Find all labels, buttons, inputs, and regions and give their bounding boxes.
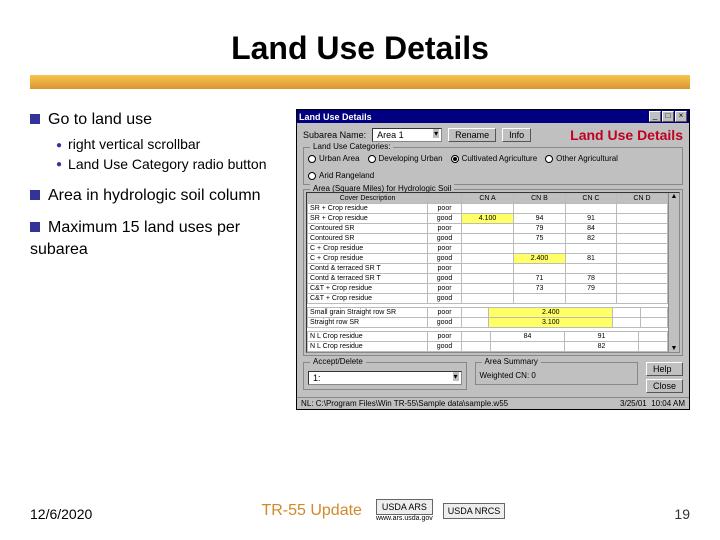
footer-mid: TR-55 Update [261, 502, 362, 520]
subarea-label: Subarea Name: [303, 130, 366, 140]
table-row: Straight row SRgood3.100 [308, 318, 668, 328]
rename-button[interactable]: Rename [448, 128, 496, 142]
table-row: Small grain Straight row SRpoor2.400 [308, 308, 668, 318]
table-row: C&T + Crop residuegood [308, 294, 668, 304]
title-underline [30, 75, 690, 89]
col-cond [428, 194, 462, 204]
logo-sub: www.ars.usda.gov [376, 515, 433, 522]
status-bar: NL: C:\Program Files\Win TR-55\Sample da… [297, 397, 689, 409]
highlighted-cell[interactable]: 2.400 [514, 254, 566, 264]
weighted-value: 0 [531, 371, 535, 380]
highlighted-cell[interactable]: 3.100 [489, 318, 613, 328]
table-row: C + Crop residuegood2.40081 [308, 254, 668, 264]
area-group: Area (Square Miles) for Hydrologic Soil … [303, 189, 683, 356]
table-row: Contoured SRgood7582 [308, 234, 668, 244]
close-x-button[interactable]: × [675, 111, 687, 122]
accept-group: Accept/Delete 1: [303, 362, 466, 390]
titlebar: Land Use Details _ □ × [297, 110, 689, 123]
bullet-2: Area in hydrologic soil column [48, 187, 261, 204]
highlighted-cell[interactable]: 4.100 [462, 214, 514, 224]
status-path: NL: C:\Program Files\Win TR-55\Sample da… [301, 399, 508, 408]
table-row: C + Crop residuepoor [308, 244, 668, 254]
col-b: CN B [514, 194, 566, 204]
col-desc: Cover Description [308, 194, 428, 204]
highlighted-cell[interactable]: 2.400 [489, 308, 613, 318]
table-row: N L Crop residuepoor8491 [308, 332, 668, 342]
table-row: N L Crop residuegood82 [308, 342, 668, 352]
radio-arid[interactable]: Arid Rangeland [308, 171, 374, 180]
bullet-1: Go to land use [48, 111, 152, 128]
bullet-list: Go to land use right vertical scrollbar … [30, 109, 286, 410]
table-row: Contd & terraced SR Tpoor [308, 264, 668, 274]
radio-urban[interactable]: Urban Area [308, 154, 359, 163]
land-use-table[interactable]: Cover Description CN A CN B CN C CN D SR… [307, 193, 668, 304]
subarea-dropdown[interactable]: Area 1 [372, 128, 442, 142]
maximize-button[interactable]: □ [662, 111, 674, 122]
slide-title: Land Use Details [30, 30, 690, 67]
window-title: Land Use Details [299, 112, 372, 122]
col-d: CN D [616, 194, 667, 204]
bullet-1b: Land Use Category radio button [68, 156, 266, 172]
help-button[interactable]: Help [646, 362, 683, 376]
slide-footer: 12/6/2020 TR-55 Update USDA ARS www.ars.… [30, 499, 690, 522]
app-window: Land Use Details _ □ × Subarea Name: Are… [296, 109, 690, 410]
table-row: Contoured SRpoor7984 [308, 224, 668, 234]
radio-other-ag[interactable]: Other Agricultural [545, 154, 618, 163]
categories-legend: Land Use Categories: [310, 142, 393, 151]
close-button[interactable]: Close [646, 379, 683, 393]
col-c: CN C [565, 194, 616, 204]
table-row: SR + Crop residuegood4.1009491 [308, 214, 668, 224]
accept-dropdown[interactable]: 1: [308, 371, 461, 385]
weighted-label: Weighted CN: [480, 371, 530, 380]
radio-cultivated[interactable]: Cultivated Agriculture [451, 154, 538, 163]
vertical-scrollbar[interactable] [668, 193, 679, 352]
table-row: Contd & terraced SR Tgood7178 [308, 274, 668, 284]
table-row: C&T + Crop residuepoor7379 [308, 284, 668, 294]
window-heading: Land Use Details [570, 127, 683, 143]
page-number: 19 [674, 506, 690, 522]
table-row: SR + Crop residuepoor [308, 204, 668, 214]
col-a: CN A [462, 194, 514, 204]
bullet-1a: right vertical scrollbar [68, 136, 200, 152]
bullet-3: Maximum 15 land uses per subarea [30, 219, 240, 258]
status-time: 10:04 AM [651, 399, 685, 408]
radio-developing[interactable]: Developing Urban [368, 154, 443, 163]
logo-ars: USDA ARS [376, 499, 433, 515]
categories-group: Land Use Categories: Urban Area Developi… [303, 147, 683, 185]
minimize-button[interactable]: _ [649, 111, 661, 122]
summary-group: Area Summary Weighted CN: 0 [475, 362, 638, 385]
footer-date: 12/6/2020 [30, 506, 92, 522]
status-date: 3/25/01 [620, 399, 647, 408]
logo-nrcs: USDA NRCS [443, 503, 506, 519]
info-button[interactable]: Info [502, 128, 531, 142]
